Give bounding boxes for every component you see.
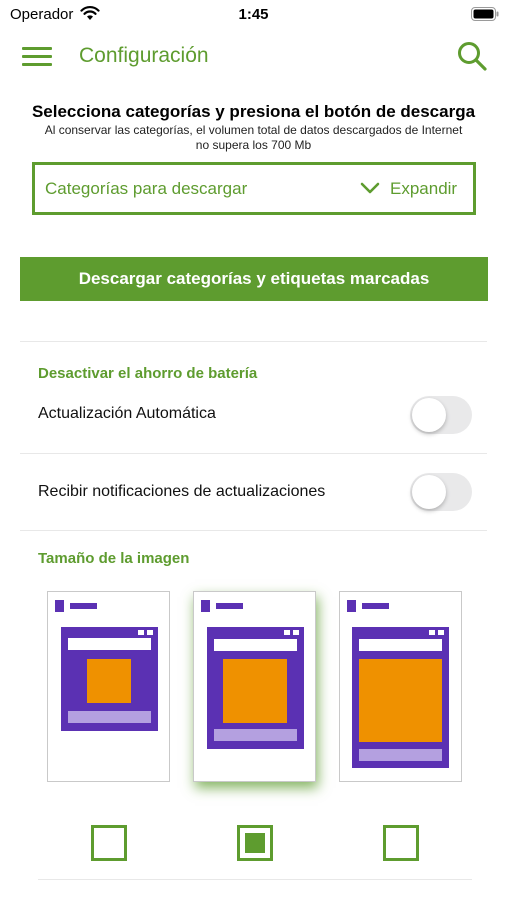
image-size-medium-card[interactable] [193,591,316,782]
divider [20,341,487,342]
image-size-small-checkbox[interactable] [91,825,127,861]
download-categories-button[interactable]: Descargar categorías y etiquetas marcada… [20,257,488,301]
divider [20,453,487,454]
subtitle-line-1: Al conservar las categorías, el volumen … [44,123,463,137]
image-size-section-title: Tamaño de la imagen [38,550,190,567]
image-size-medium-checkbox[interactable] [237,825,273,861]
subtitle-line-2: no supera los 700 Mb [195,138,312,152]
toggle-knob [412,475,446,509]
app-bar: Configuración [0,34,507,78]
auto-update-toggle[interactable] [410,396,472,434]
categories-label: Categorías para descargar [45,179,248,198]
status-bar: Operador 1:45 [0,0,507,30]
image-size-small-card[interactable] [47,591,170,782]
image-size-large-illustration [347,600,449,768]
status-time: 1:45 [238,6,269,23]
divider [38,879,472,880]
notifications-toggle[interactable] [410,473,472,511]
hamburger-menu-icon[interactable] [22,46,52,66]
instructions-subtitle: Al conservar las categorías, el volumen … [10,123,497,153]
toggle-knob [412,398,446,432]
search-icon[interactable] [456,40,488,72]
image-size-large-checkbox[interactable] [383,825,419,861]
page-title: Configuración [79,44,209,67]
categories-expander[interactable]: Categorías para descargar Expandir [32,162,476,215]
auto-update-label: Actualización Automática [38,405,216,422]
expand-button[interactable]: Expandir [390,179,457,199]
battery-section-title: Desactivar el ahorro de batería [38,365,258,382]
checkbox-checked-mark [245,833,265,853]
instructions-title: Selecciona categorías y presiona el botó… [31,102,476,121]
divider [20,530,487,531]
image-size-large-card[interactable] [339,591,462,782]
image-size-medium-illustration [201,600,304,749]
image-size-small-illustration [55,600,158,731]
notifications-label: Recibir notificaciones de actualizacione… [38,483,326,500]
battery-icon [471,7,499,21]
chevron-down-icon [360,182,380,194]
